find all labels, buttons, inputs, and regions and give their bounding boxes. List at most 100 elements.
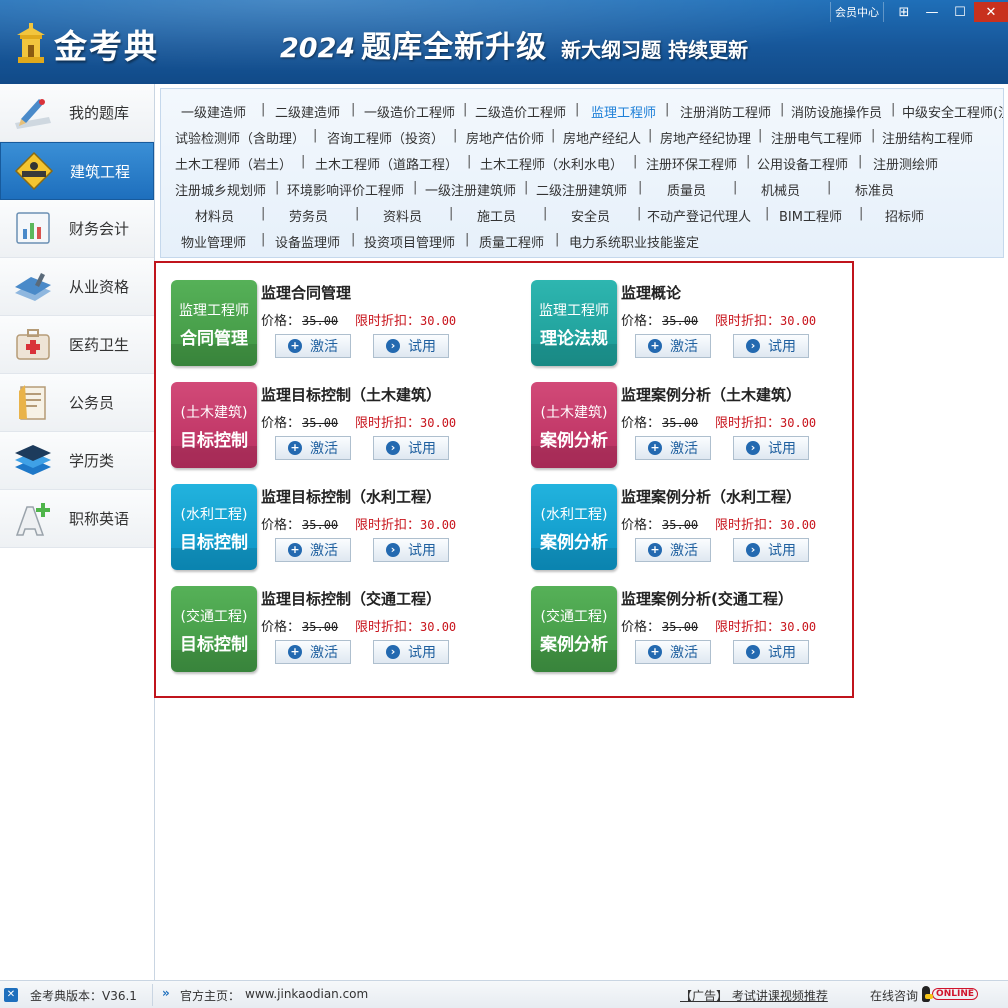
product-grid: 监理工程师 合同管理 监理合同管理 价格： 35.00 限时折扣：30.00 + 激… (154, 261, 854, 698)
category-item[interactable]: 公用设备工程师 (757, 154, 848, 173)
category-item-active[interactable]: 监理工程师 (591, 102, 656, 121)
category-item[interactable]: 土木工程师（道路工程） (315, 154, 458, 173)
category-item[interactable]: 一级造价工程师 (364, 102, 455, 121)
sidebar-item-label: 公务员 (69, 394, 115, 412)
trial-button[interactable]: › 试用 (733, 334, 809, 358)
category-item[interactable]: 电力系统职业技能鉴定 (569, 232, 699, 251)
ad-link[interactable]: 【广告】 考试讲课视频推荐 (680, 987, 828, 1004)
product-card: (土木建筑) 目标控制 监理目标控制（土木建筑） 价格： 35.00 限时折扣：3… (171, 382, 516, 474)
activate-button[interactable]: + 激活 (275, 436, 351, 460)
activate-button[interactable]: + 激活 (275, 334, 351, 358)
category-item[interactable]: 咨询工程师（投资） (327, 128, 444, 147)
product-tile[interactable]: 监理工程师 理论法规 (531, 280, 617, 366)
category-item[interactable]: 招标师 (885, 206, 924, 225)
trial-button[interactable]: › 试用 (733, 436, 809, 460)
price-label: 价格： (621, 314, 661, 329)
category-item[interactable]: 施工员 (477, 206, 516, 225)
category-item[interactable]: 一级建造师 (181, 102, 246, 121)
product-tile[interactable]: (交通工程) 目标控制 (171, 586, 257, 672)
category-item[interactable]: 安全员 (571, 206, 610, 225)
sidebar-item-construction[interactable]: 建筑工程 (0, 142, 154, 200)
online-consult-label[interactable]: 在线咨询 (870, 987, 918, 1004)
activate-button[interactable]: + 激活 (635, 334, 711, 358)
category-item[interactable]: 二级造价工程师 (475, 102, 566, 121)
category-item[interactable]: 标准员 (855, 180, 894, 199)
sidebar-item-education[interactable]: 学历类 (0, 432, 154, 490)
category-item[interactable]: 房地产估价师 (466, 128, 544, 147)
sidebar-item-qualification[interactable]: 从业资格 (0, 258, 154, 316)
maximize-icon[interactable]: ☐ (946, 2, 974, 22)
category-item[interactable]: 注册结构工程师 (882, 128, 973, 147)
product-title: 监理目标控制（土木建筑） (261, 386, 442, 404)
sidebar-item-medical[interactable]: 医药卫生 (0, 316, 154, 374)
app-header: 金考典 2024 题库全新升级 新大纲习题 持续更新 会员中心 ⊞ — ☐ ✕ (0, 0, 1008, 84)
price-label: 价格： (261, 620, 301, 635)
product-tile[interactable]: (水利工程) 目标控制 (171, 484, 257, 570)
category-item[interactable]: 质量员 (667, 180, 706, 199)
plus-circle-icon: + (288, 543, 302, 557)
trial-button[interactable]: › 试用 (373, 640, 449, 664)
category-item[interactable]: 消防设施操作员 (791, 102, 882, 121)
discount-label: 限时折扣： (355, 314, 421, 329)
sidebar-item-label: 财务会计 (69, 220, 130, 238)
product-title: 监理案例分析（土木建筑） (621, 386, 802, 404)
book-stack-icon (8, 265, 58, 309)
category-item[interactable]: 中级安全工程师(注 (902, 102, 1003, 121)
activate-button[interactable]: + 激活 (635, 436, 711, 460)
category-item[interactable]: 注册消防工程师 (680, 102, 771, 121)
activate-button[interactable]: + 激活 (635, 538, 711, 562)
sidebar-item-my-bank[interactable]: 我的题库 (0, 84, 154, 142)
category-item[interactable]: 土木工程师（水利水电） (480, 154, 623, 173)
category-item[interactable]: 注册测绘师 (873, 154, 938, 173)
tile-top-text: (交通工程) (540, 609, 608, 625)
trial-button[interactable]: › 试用 (373, 334, 449, 358)
trial-button[interactable]: › 试用 (373, 538, 449, 562)
product-tile[interactable]: (土木建筑) 案例分析 (531, 382, 617, 468)
home-label: 官方主页： (180, 989, 241, 1003)
category-item[interactable]: 二级建造师 (275, 102, 340, 121)
activate-button[interactable]: + 激活 (275, 640, 351, 664)
product-tile[interactable]: (交通工程) 案例分析 (531, 586, 617, 672)
category-separator: | (453, 128, 458, 143)
product-discount: 限时折扣：30.00 (715, 310, 816, 329)
category-item[interactable]: 设备监理师 (275, 232, 340, 251)
category-item[interactable]: 投资项目管理师 (364, 232, 455, 251)
trial-button[interactable]: › 试用 (733, 538, 809, 562)
online-chat-button[interactable]: ONLINE (922, 985, 978, 1003)
category-item[interactable]: 劳务员 (289, 206, 328, 225)
category-item[interactable]: 房地产经纪协理 (660, 128, 751, 147)
category-item[interactable]: 注册城乡规划师 (175, 180, 266, 199)
category-item[interactable]: 注册电气工程师 (771, 128, 862, 147)
sidebar-item-finance[interactable]: 财务会计 (0, 200, 154, 258)
minimize-icon[interactable]: — (918, 2, 946, 22)
product-tile[interactable]: (水利工程) 案例分析 (531, 484, 617, 570)
category-item[interactable]: 注册环保工程师 (646, 154, 737, 173)
activate-button[interactable]: + 激活 (635, 640, 711, 664)
category-item[interactable]: 资料员 (383, 206, 422, 225)
category-item[interactable]: 试验检测师（含助理） (175, 128, 305, 147)
medical-kit-icon (8, 323, 58, 367)
activate-button[interactable]: + 激活 (275, 538, 351, 562)
trial-button[interactable]: › 试用 (733, 640, 809, 664)
member-center-link[interactable]: 会员中心 (830, 2, 884, 22)
close-icon[interactable]: ✕ (974, 2, 1008, 22)
category-item[interactable]: 一级注册建筑师 (425, 180, 516, 199)
product-tile[interactable]: 监理工程师 合同管理 (171, 280, 257, 366)
category-item[interactable]: 房地产经纪人 (563, 128, 641, 147)
category-item[interactable]: 材料员 (195, 206, 234, 225)
pin-icon[interactable]: ⊞ (890, 2, 918, 22)
category-item[interactable]: 物业管理师 (181, 232, 246, 251)
product-tile[interactable]: (土木建筑) 目标控制 (171, 382, 257, 468)
price-label: 价格： (261, 314, 301, 329)
home-url-link[interactable]: www.jinkaodian.com (245, 987, 368, 1001)
sidebar-item-english[interactable]: 职称英语 (0, 490, 154, 548)
category-item[interactable]: 不动产登记代理人 (647, 206, 751, 225)
category-item[interactable]: BIM工程师 (779, 206, 842, 225)
category-item[interactable]: 环境影响评价工程师 (287, 180, 404, 199)
sidebar-item-civil-servant[interactable]: 公务员 (0, 374, 154, 432)
category-item[interactable]: 机械员 (761, 180, 800, 199)
category-item[interactable]: 质量工程师 (479, 232, 544, 251)
trial-button[interactable]: › 试用 (373, 436, 449, 460)
category-item[interactable]: 土木工程师（岩土） (175, 154, 292, 173)
category-item[interactable]: 二级注册建筑师 (536, 180, 627, 199)
